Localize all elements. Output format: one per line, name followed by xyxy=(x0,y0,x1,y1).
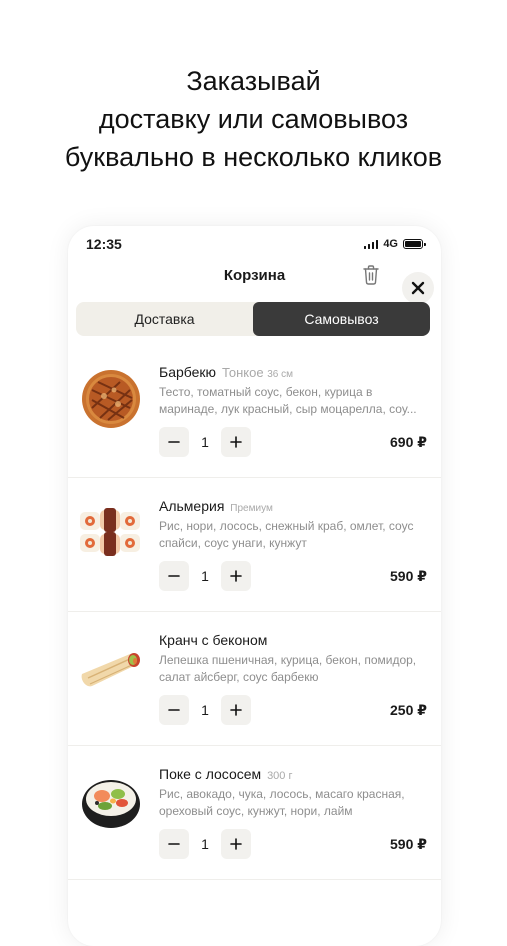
item-price: 690 ₽ xyxy=(390,434,427,450)
decrease-button[interactable] xyxy=(159,561,189,591)
item-description: Рис, авокадо, чука, лосось, масаго красн… xyxy=(159,787,405,818)
quantity-value: 1 xyxy=(201,836,209,852)
signal-icon xyxy=(363,239,379,249)
quantity-stepper: 1 xyxy=(159,427,251,457)
item-price: 590 ₽ xyxy=(390,836,427,852)
item-name: Альмерия xyxy=(159,498,225,514)
item-title: Барбекю Тонкое 36 см xyxy=(159,364,293,380)
quantity-value: 1 xyxy=(201,434,209,450)
item-description: Тесто, томатный соус, бекон, курица в ма… xyxy=(159,385,417,416)
promo-headline: Заказывай доставку или самовывоз букваль… xyxy=(0,62,507,176)
close-button[interactable] xyxy=(402,272,434,304)
item-price: 590 ₽ xyxy=(390,568,427,584)
item-name: Кранч с беконом xyxy=(159,632,268,648)
plus-icon xyxy=(230,436,242,448)
increase-button[interactable] xyxy=(221,561,251,591)
item-description: Рис, нори, лосось, снежный краб, омлет, … xyxy=(159,519,414,550)
increase-button[interactable] xyxy=(221,695,251,725)
item-name: Поке с лососем xyxy=(159,766,262,782)
quantity-stepper: 1 xyxy=(159,829,251,859)
minus-icon xyxy=(168,441,180,443)
increase-button[interactable] xyxy=(221,829,251,859)
quantity-value: 1 xyxy=(201,568,209,584)
tab-delivery[interactable]: Доставка xyxy=(76,302,253,336)
item-variant: Тонкое 36 см xyxy=(221,365,293,380)
decrease-button[interactable] xyxy=(159,695,189,725)
status-time: 12:35 xyxy=(86,236,122,252)
headline-line-3: буквально в несколько кликов xyxy=(64,142,443,172)
item-name: Барбекю xyxy=(159,364,217,380)
pizza-icon xyxy=(78,366,144,432)
headline-line-1: Заказывай xyxy=(186,66,321,96)
minus-icon xyxy=(168,575,180,577)
phone-screen: 12:35 4G Корзина Доставка Самовывоз Барб… xyxy=(68,226,441,946)
increase-button[interactable] xyxy=(221,427,251,457)
wrap-icon xyxy=(78,634,144,700)
tab-pickup[interactable]: Самовывоз xyxy=(253,302,430,336)
quantity-stepper: 1 xyxy=(159,695,251,725)
page-title: Корзина xyxy=(223,267,286,284)
item-variant: Премиум xyxy=(230,503,273,514)
item-title: Поке с лососем 300 г xyxy=(159,766,292,782)
battery-icon xyxy=(403,239,426,249)
plus-icon xyxy=(230,838,242,850)
item-price: 250 ₽ xyxy=(390,702,427,718)
decrease-button[interactable] xyxy=(159,427,189,457)
item-title: Альмерия Премиум xyxy=(159,498,273,514)
plus-icon xyxy=(230,570,242,582)
status-bar: 12:35 4G xyxy=(68,226,441,262)
decrease-button[interactable] xyxy=(159,829,189,859)
quantity-value: 1 xyxy=(201,702,209,718)
quantity-stepper: 1 xyxy=(159,561,251,591)
item-description: Лепешка пшеничная, курица, бекон, помидо… xyxy=(159,653,417,684)
sushi-roll-icon xyxy=(78,500,144,566)
cart-item: Кранч с беконом Лепешка пшеничная, куриц… xyxy=(68,612,441,746)
network-label: 4G xyxy=(383,238,398,250)
plus-icon xyxy=(230,704,242,716)
cart-items-list: Барбекю Тонкое 36 см Тесто, томатный соу… xyxy=(68,344,441,880)
item-title: Кранч с беконом xyxy=(159,632,267,648)
cart-item: Поке с лососем 300 г Рис, авокадо, чука,… xyxy=(68,746,441,880)
delivery-mode-switch: Доставка Самовывоз xyxy=(76,302,430,336)
trash-icon[interactable] xyxy=(361,264,381,286)
minus-icon xyxy=(168,843,180,845)
poke-bowl-icon xyxy=(78,768,144,834)
headline-line-2: доставку или самовывоз xyxy=(98,104,409,134)
cart-item: Барбекю Тонкое 36 см Тесто, томатный соу… xyxy=(68,344,441,478)
cart-item: Альмерия Премиум Рис, нори, лосось, снеж… xyxy=(68,478,441,612)
minus-icon xyxy=(168,709,180,711)
close-icon xyxy=(411,281,425,295)
status-indicators: 4G xyxy=(363,238,426,250)
item-variant: 300 г xyxy=(267,770,293,782)
